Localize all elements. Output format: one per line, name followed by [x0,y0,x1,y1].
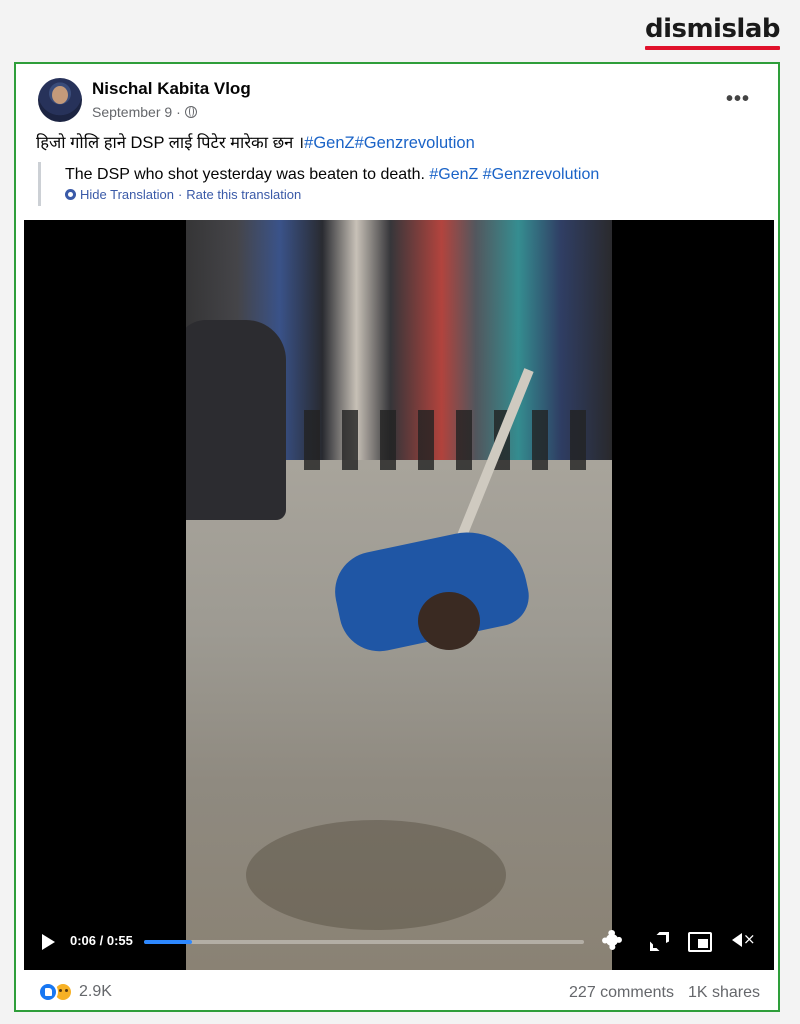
translation-text: The DSP who shot yesterday was beaten to… [65,166,599,184]
settings-gear-icon[interactable] [600,928,624,952]
post-text: हिजो गोलि हाने DSP लाई पिटेर मारेका छन ।… [36,130,475,153]
translation-hashtag-genz[interactable]: #GenZ [429,166,478,183]
more-options-icon[interactable]: ••• [726,88,750,111]
video-controls: 0:06 / 0:55 [24,914,774,970]
avatar[interactable] [38,78,82,122]
engagement-counts: 227 comments 1K shares [569,984,760,1002]
reaction-count: 2.9K [79,983,112,1000]
post-text-body: हिजो गोलि हाने DSP लाई पिटेर मारेका छन । [36,134,305,152]
rate-translation-link[interactable]: Rate this translation [186,187,301,202]
play-icon[interactable] [42,934,55,950]
translation-hashtag-genzrevolution[interactable]: #Genzrevolution [483,166,600,183]
dismislab-logo: dismislab [645,14,781,50]
hashtag-genz[interactable]: #GenZ [304,134,354,152]
reactions[interactable]: 2.9K [38,982,112,1002]
hashtag-genzrevolution[interactable]: #Genzrevolution [355,134,475,152]
author-name[interactable]: Nischal Kabita Vlog [92,79,251,99]
translation-separator: · [177,187,183,202]
video-progress-bar[interactable] [144,940,584,944]
like-reaction-icon [38,982,58,1002]
translation-body: The DSP who shot yesterday was beaten to… [65,166,425,183]
translation-links: Hide Translation · Rate this translation [65,187,599,202]
fullscreen-icon[interactable] [646,928,670,952]
video-victim-head [418,592,480,650]
video-time: 0:06 / 0:55 [70,933,133,948]
translate-gear-icon [65,189,76,200]
globe-icon [184,106,197,118]
video-legs [266,410,586,470]
video-frame[interactable] [186,220,612,970]
volume-muted-icon[interactable] [730,928,756,952]
video-player[interactable]: 0:06 / 0:55 [24,220,774,970]
pip-icon[interactable] [686,928,712,952]
video-progress-fill [144,940,193,944]
facebook-post-card: Nischal Kabita Vlog September 9 · ••• हि… [14,62,780,1012]
post-footer: 2.9K 227 comments 1K shares [16,976,778,1010]
comments-count[interactable]: 227 comments [569,984,674,1002]
translation-block: The DSP who shot yesterday was beaten to… [38,162,599,206]
shares-count[interactable]: 1K shares [688,984,760,1002]
meta-separator: · [176,104,181,120]
hide-translation-link[interactable]: Hide Translation [80,187,174,202]
post-date[interactable]: September 9 [92,104,172,120]
post-meta: September 9 · [92,104,197,120]
video-attacker [186,320,286,520]
